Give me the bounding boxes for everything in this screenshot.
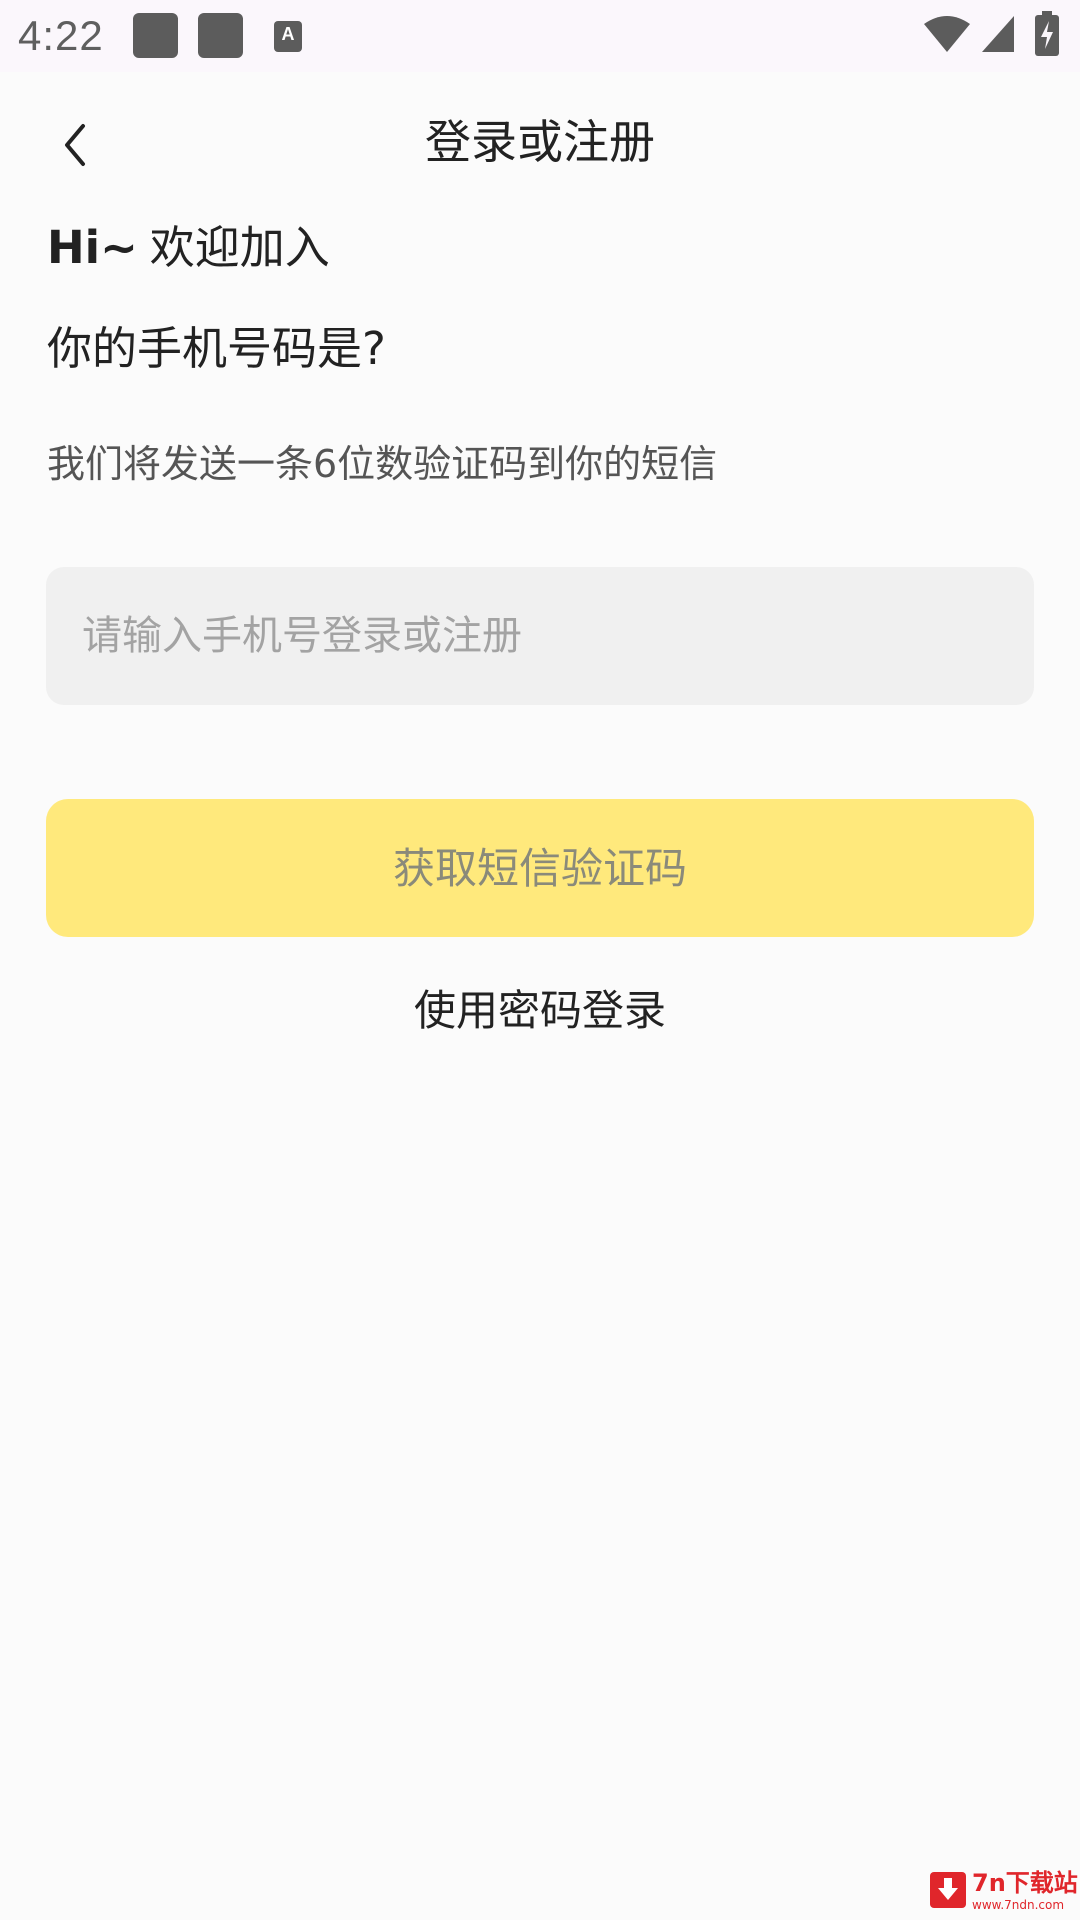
- status-time: 4:22: [18, 12, 104, 59]
- status-bar: 4:22 A: [0, 0, 1080, 72]
- phone-input-container: [46, 567, 1034, 705]
- battery-charging-icon: [1035, 11, 1059, 56]
- greeting-hi: Hi~: [47, 221, 138, 274]
- download-icon: [930, 1872, 966, 1908]
- greeting: Hi~ 欢迎加入: [47, 218, 330, 278]
- notification-icon: [198, 13, 243, 58]
- password-login-link[interactable]: 使用密码登录: [0, 978, 1080, 1044]
- signal-icon: [982, 16, 1014, 52]
- phone-question: 你的手机号码是?: [47, 322, 386, 375]
- greeting-text: 欢迎加入: [149, 221, 330, 274]
- get-sms-code-button[interactable]: 获取短信验证码: [46, 799, 1034, 937]
- notification-a-icon: A: [274, 21, 302, 52]
- watermark: 7n下载站 www.7ndn.com: [926, 1868, 1078, 1916]
- watermark-url: www.7ndn.com: [972, 1898, 1065, 1912]
- sms-hint: 我们将发送一条6位数验证码到你的短信: [47, 442, 718, 486]
- notification-icon: [133, 13, 178, 58]
- wifi-icon: [924, 16, 970, 52]
- page-title: 登录或注册: [425, 115, 655, 169]
- phone-input[interactable]: [46, 567, 1034, 705]
- app-bar: 登录或注册: [0, 72, 1080, 207]
- watermark-brand: 7n下载站: [972, 1869, 1078, 1897]
